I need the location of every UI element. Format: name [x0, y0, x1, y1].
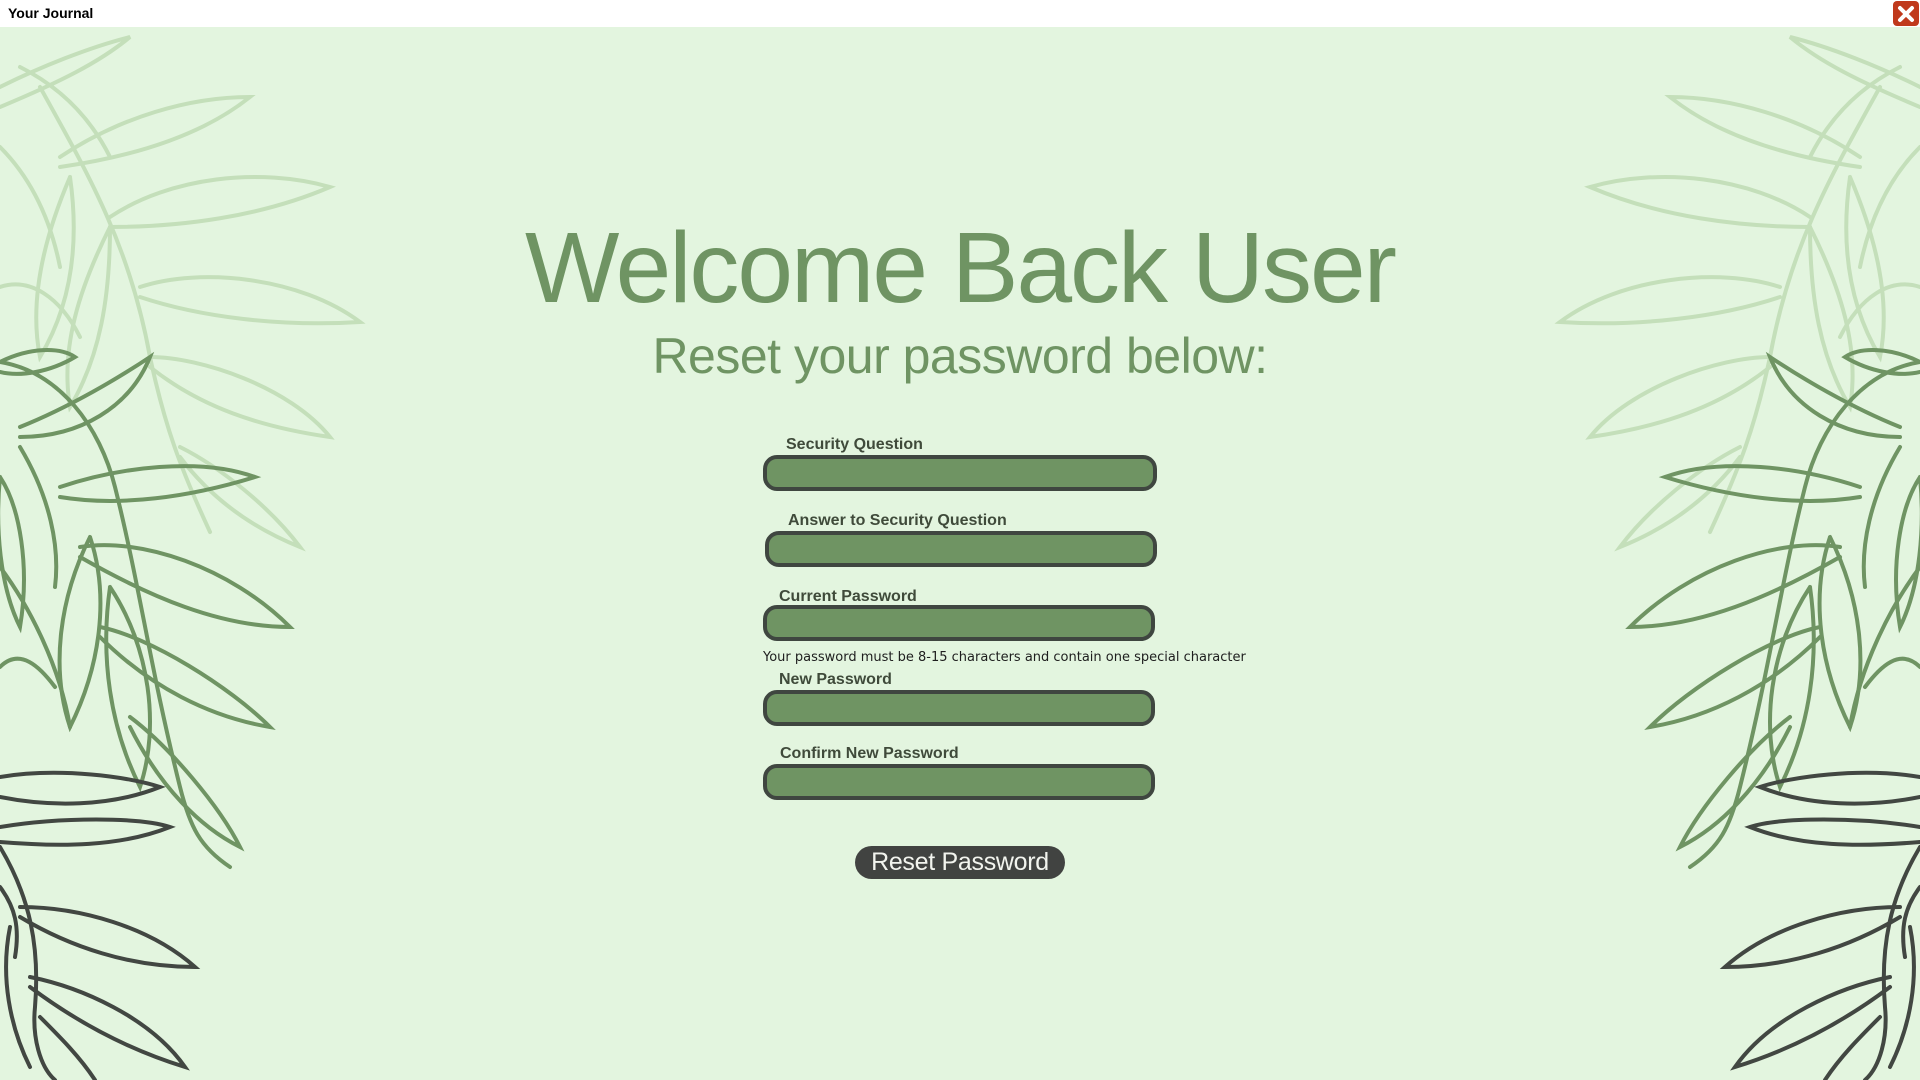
leaf-decoration-left: [0, 35, 366, 1080]
current-password-input[interactable]: [763, 605, 1155, 641]
password-requirements-hint: Your password must be 8-15 characters an…: [763, 650, 1246, 665]
new-password-label: New Password: [779, 671, 892, 688]
close-icon: [1898, 5, 1914, 22]
page-title: Welcome Back User: [525, 212, 1397, 324]
confirm-password-label: Confirm New Password: [780, 745, 959, 762]
new-password-input[interactable]: [763, 690, 1155, 726]
leaf-decoration-right: [1554, 35, 1920, 1080]
page-subtitle: Reset your password below:: [652, 328, 1268, 384]
answer-label: Answer to Security Question: [788, 512, 1007, 529]
security-question-input[interactable]: [763, 455, 1157, 491]
close-button[interactable]: [1893, 1, 1919, 26]
security-question-label: Security Question: [786, 436, 923, 453]
title-bar: Your Journal: [0, 0, 1920, 27]
answer-input[interactable]: [765, 531, 1157, 567]
confirm-password-input[interactable]: [763, 764, 1155, 800]
reset-password-screen: Your Journal Welcome Back User Reset you…: [0, 0, 1920, 1080]
reset-password-button[interactable]: Reset Password: [855, 846, 1065, 879]
current-password-label: Current Password: [779, 588, 917, 605]
window-title: Your Journal: [8, 5, 94, 21]
